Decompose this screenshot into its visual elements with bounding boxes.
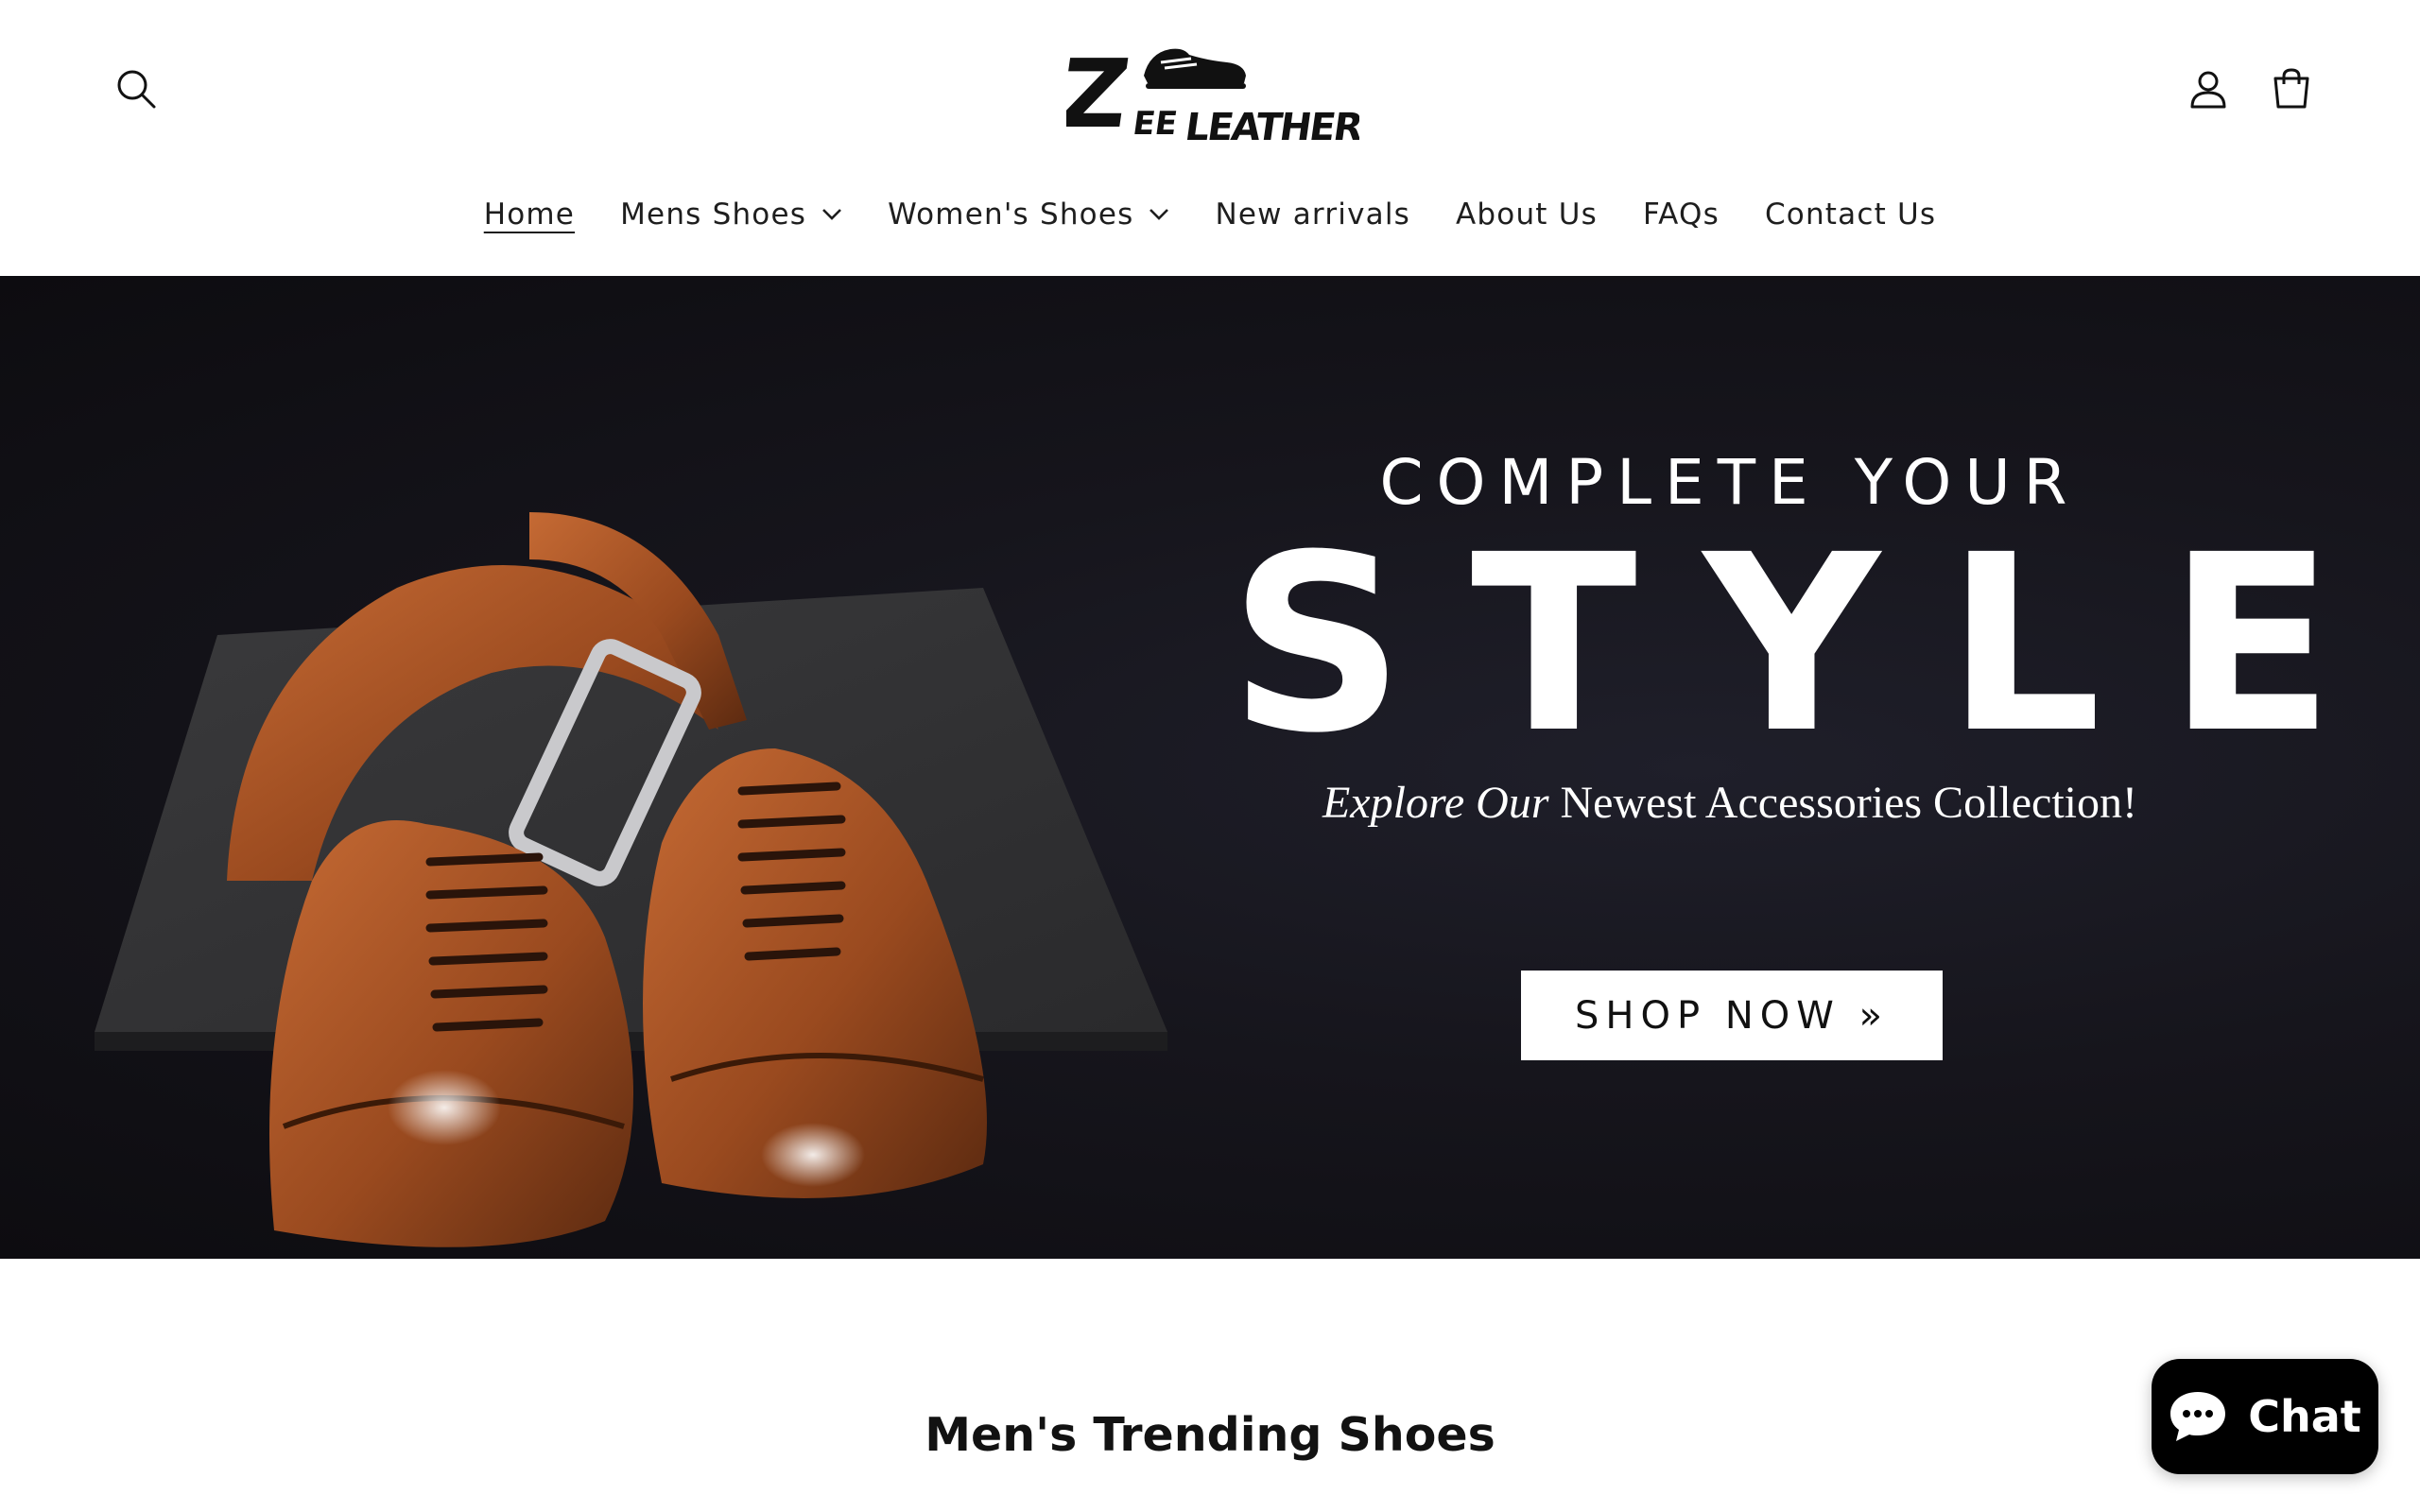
hero-subheading-regular: Newest Accessories Collection! — [1548, 778, 2138, 828]
nav-item-label: FAQs — [1642, 198, 1720, 232]
nav-item-label: Contact Us — [1764, 198, 1937, 232]
site-header: Z EE LEATHER Home Mens Shoes Women's Sho… — [0, 0, 2420, 276]
nav-item-womens-shoes[interactable]: Women's Shoes — [865, 198, 1192, 232]
nav-item-mens-shoes[interactable]: Mens Shoes — [597, 198, 865, 232]
chat-label: Chat — [2248, 1391, 2361, 1442]
logo-ee: EE — [1131, 105, 1180, 143]
bag-icon — [2273, 68, 2309, 109]
brand-logo[interactable]: Z EE LEATHER — [1052, 34, 1366, 148]
account-button[interactable] — [2174, 55, 2242, 123]
nav-item-label: New arrivals — [1215, 198, 1410, 232]
chat-button[interactable]: Chat — [2152, 1359, 2378, 1474]
nav-item-about-us[interactable]: About Us — [1433, 198, 1620, 232]
nav-item-label: Mens Shoes — [620, 198, 807, 232]
search-icon — [117, 70, 156, 109]
hero-text-block: COMPLETE YOUR STYLE Explore Our Newest A… — [1163, 276, 2401, 1259]
nav-item-new-arrivals[interactable]: New arrivals — [1192, 198, 1433, 232]
cart-button[interactable] — [2257, 55, 2325, 123]
nav-item-label: Women's Shoes — [888, 198, 1134, 232]
search-button[interactable] — [102, 55, 170, 123]
hero-subheading: Explore Our Newest Accessories Collectio… — [1163, 777, 2297, 829]
shop-now-button[interactable]: SHOP NOW » — [1521, 971, 1943, 1060]
hero-subheading-italic: Explore Our — [1322, 778, 1549, 828]
logo-graphic: Z EE LEATHER — [1052, 39, 1366, 148]
main-navigation: Home Mens Shoes Women's Shoes New arriva… — [0, 185, 2420, 244]
nav-item-label: About Us — [1456, 198, 1598, 232]
section-title: Men's Trending Shoes — [925, 1408, 1495, 1462]
chat-bubble-icon — [2170, 1392, 2226, 1441]
hero-headline: STYLE — [1229, 503, 2401, 786]
hero-shoes-image — [95, 512, 1167, 1247]
nav-item-home[interactable]: Home — [461, 198, 597, 232]
chevron-down-icon — [1150, 209, 1169, 220]
hero-banner[interactable]: COMPLETE YOUR STYLE Explore Our Newest A… — [0, 276, 2420, 1259]
user-icon — [2190, 71, 2226, 109]
logo-leather: LEATHER — [1183, 106, 1359, 147]
logo-letter-z: Z — [1066, 39, 1136, 147]
nav-item-label: Home — [483, 198, 576, 232]
nav-item-faqs[interactable]: FAQs — [1620, 198, 1742, 232]
nav-item-contact-us[interactable]: Contact Us — [1742, 198, 1959, 232]
chevron-down-icon — [822, 209, 842, 220]
